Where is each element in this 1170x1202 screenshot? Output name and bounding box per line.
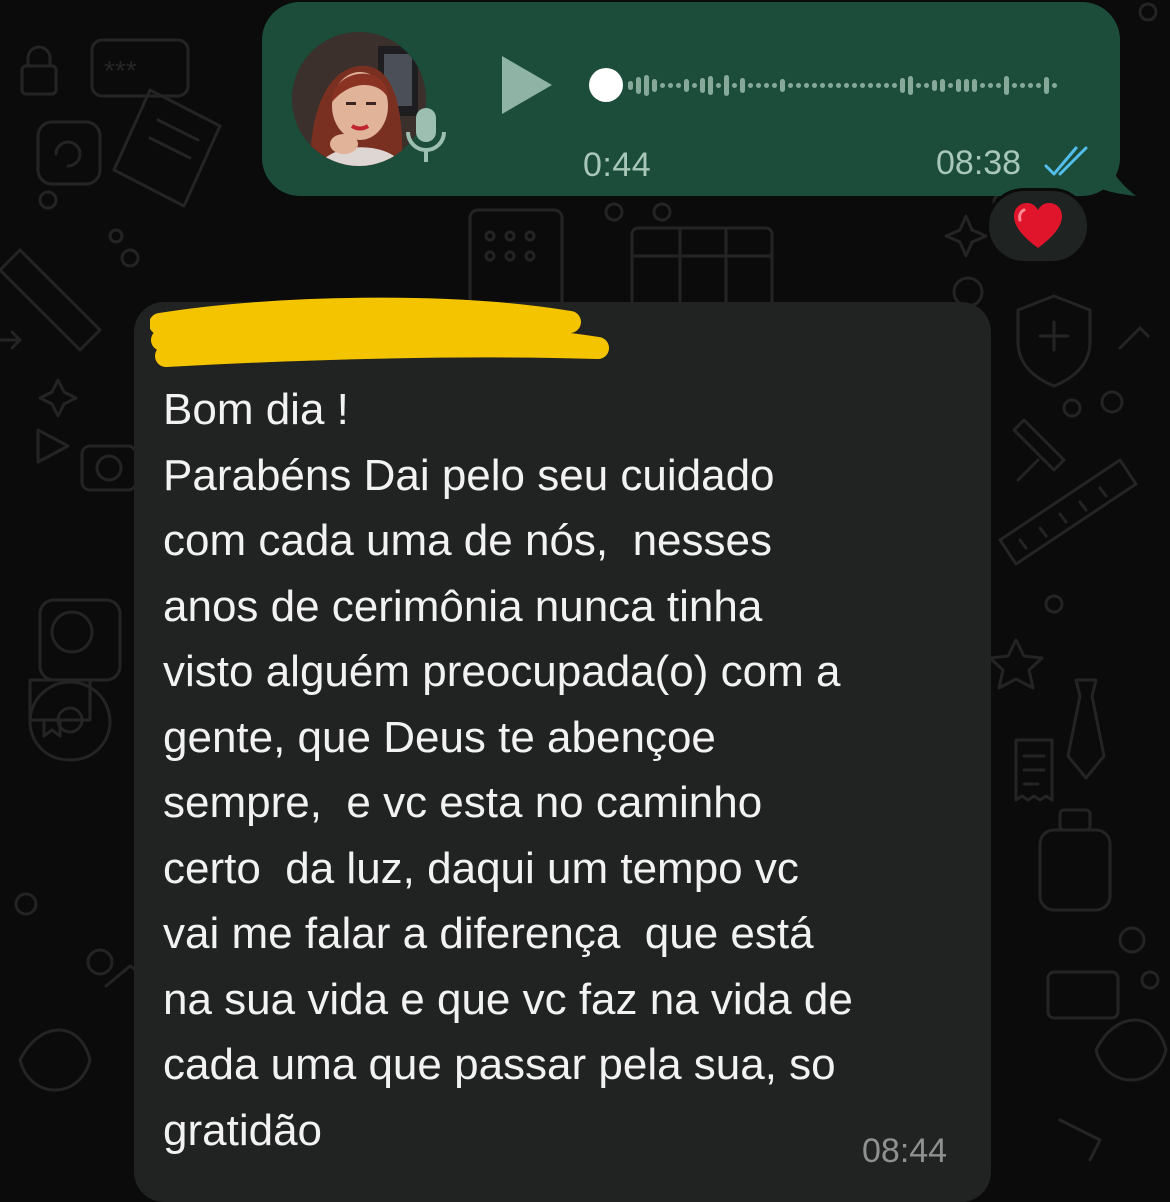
heart-icon (1014, 203, 1062, 248)
voice-duration: 0:44 (583, 146, 652, 184)
bubble-tail (1096, 120, 1136, 196)
heart-reaction[interactable] (986, 188, 1090, 264)
svg-text:***: *** (104, 55, 137, 86)
voice-message-time: 08:38 (936, 144, 1022, 182)
name-redaction-scribble (150, 297, 609, 367)
message-text: Bom dia ! Parabéns Dai pelo seu cuidado … (163, 385, 853, 1155)
mic-icon (406, 108, 446, 162)
read-receipt-icon (1044, 146, 1088, 176)
audio-waveform-slider[interactable] (588, 62, 1068, 110)
play-icon[interactable] (492, 50, 562, 120)
message-time: 08:44 (862, 1132, 948, 1170)
